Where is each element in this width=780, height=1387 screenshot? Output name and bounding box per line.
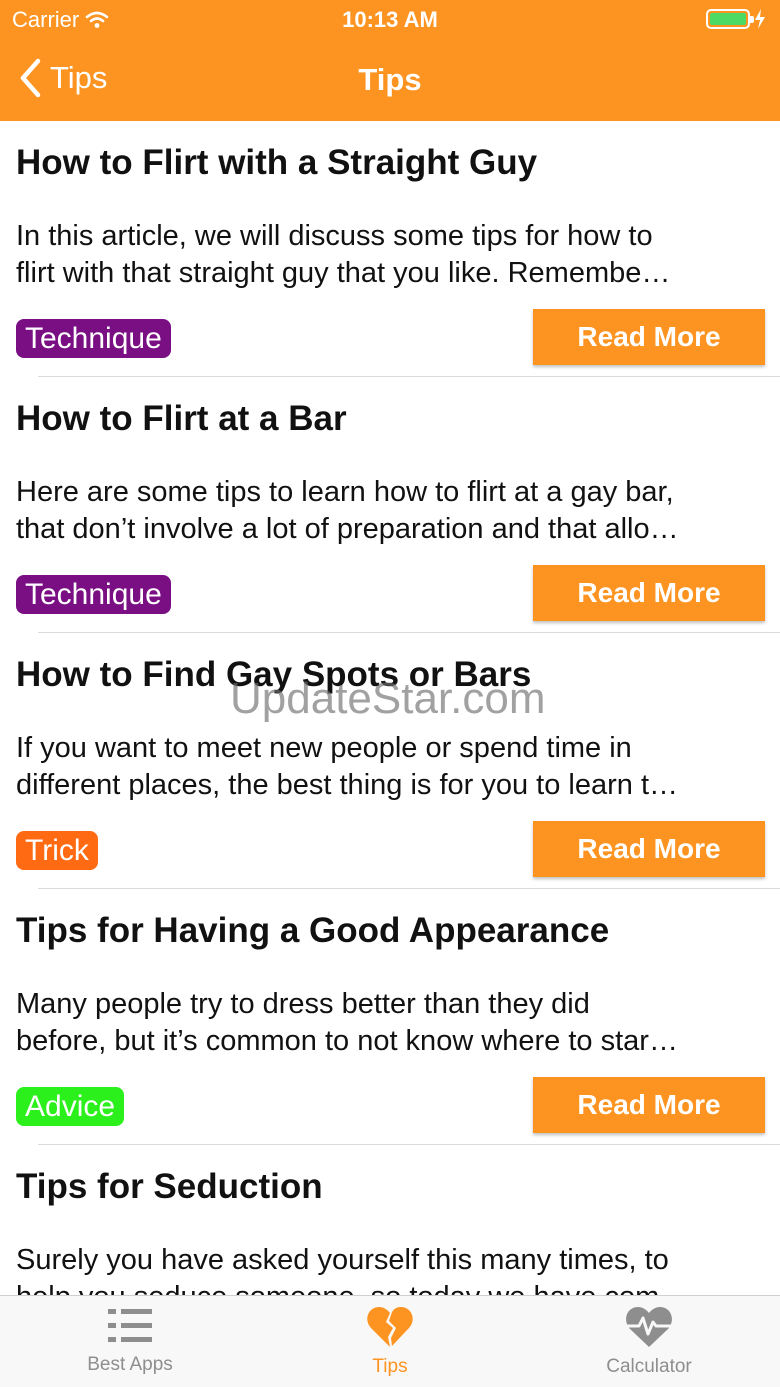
- status-time: 10:13 AM: [342, 7, 438, 32]
- battery-indicator: [706, 9, 766, 29]
- read-more-button[interactable]: Read More: [533, 1077, 765, 1133]
- tab-label: Best Apps: [87, 1354, 173, 1375]
- tab-best-apps[interactable]: Best Apps: [30, 1306, 230, 1376]
- article-description: Surely you have asked yourself this many…: [16, 1244, 688, 1295]
- article-description: In this article, we will discuss some ti…: [16, 220, 671, 289]
- list-icon: [108, 1309, 152, 1342]
- broken-heart-icon: [367, 1307, 413, 1347]
- category-badge: Advice: [16, 1087, 125, 1126]
- battery-icon: [706, 9, 754, 29]
- article-card: Tips for Having a Good Appearance Many p…: [0, 889, 780, 1145]
- category-badge: Trick: [16, 831, 98, 870]
- header: Carrier 10:13 AM Tips Tips: [0, 0, 780, 121]
- read-more-button[interactable]: Read More: [533, 309, 765, 365]
- category-badge: Technique: [16, 575, 171, 614]
- article-card: How to Flirt at a Bar Here are some tips…: [0, 377, 780, 633]
- article-description: Here are some tips to learn how to flirt…: [16, 476, 679, 545]
- tab-label: Tips: [372, 1356, 408, 1377]
- article-card: How to Find Gay Spots or Bars If you wan…: [0, 633, 780, 889]
- article-description: Many people try to dress better than the…: [16, 988, 678, 1057]
- tab-calculator[interactable]: Calculator: [549, 1306, 749, 1378]
- article-title[interactable]: Tips for Seduction: [16, 1167, 323, 1207]
- article-description: If you want to meet new people or spend …: [16, 732, 679, 801]
- article-card: How to Flirt with a Straight Guy In this…: [0, 121, 780, 377]
- article-title[interactable]: How to Find Gay Spots or Bars: [16, 655, 531, 695]
- article-card: Tips for Seduction Surely you have asked…: [0, 1145, 780, 1295]
- category-badge: Technique: [16, 319, 171, 358]
- navigation-bar: Tips Tips: [0, 40, 780, 121]
- tab-bar: Best Apps Tips Calculator: [0, 1295, 780, 1387]
- tab-tips[interactable]: Tips: [290, 1306, 490, 1378]
- article-title[interactable]: How to Flirt with a Straight Guy: [16, 143, 537, 183]
- page-title: Tips: [358, 62, 422, 97]
- tab-label: Calculator: [606, 1356, 692, 1377]
- article-title[interactable]: How to Flirt at a Bar: [16, 399, 347, 439]
- heartbeat-icon: [624, 1307, 674, 1347]
- read-more-button[interactable]: Read More: [533, 565, 765, 621]
- read-more-button[interactable]: Read More: [533, 821, 765, 877]
- article-title[interactable]: Tips for Having a Good Appearance: [16, 911, 609, 951]
- status-bar: Carrier 10:13 AM: [0, 0, 780, 40]
- charging-bolt-icon: [755, 9, 765, 29]
- article-list[interactable]: How to Flirt with a Straight Guy In this…: [0, 121, 780, 1295]
